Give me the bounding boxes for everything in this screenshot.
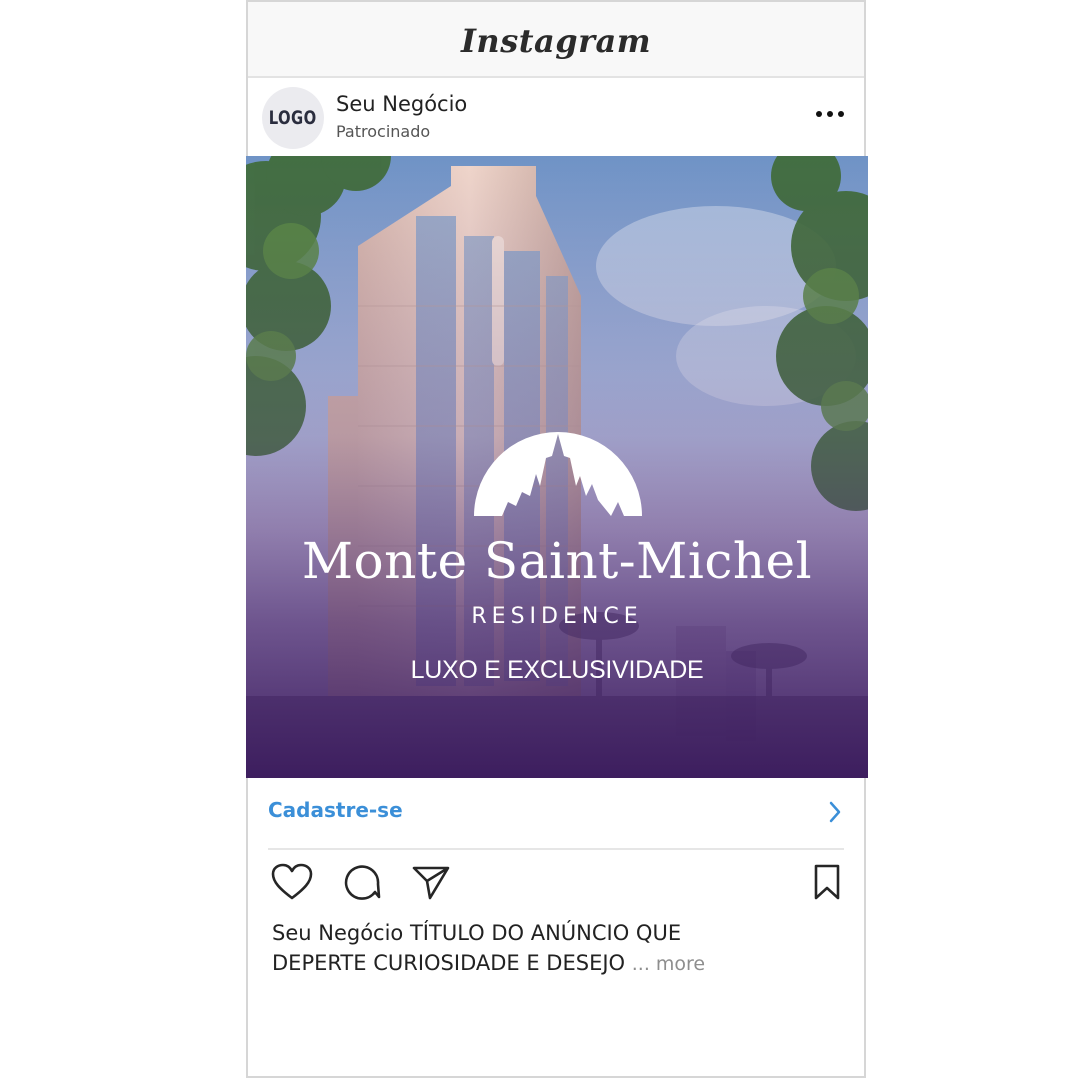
instagram-logo[interactable]: Instagram — [248, 22, 864, 60]
chevron-right-icon — [829, 801, 841, 823]
post-header: LOGO Seu Negócio Patrocinado — [248, 80, 864, 156]
app-header: Instagram — [248, 0, 864, 78]
brand-subtitle: RESIDENCE — [471, 604, 643, 629]
post-actions — [248, 862, 864, 910]
caption-line-2: DEPERTE CURIOSIDADE E DESEJO — [272, 951, 626, 975]
sponsored-label: Patrocinado — [336, 122, 431, 141]
heart-icon[interactable] — [270, 862, 314, 902]
cta-button[interactable]: Cadastre-se — [248, 778, 864, 848]
avatar-text: LOGO — [269, 107, 317, 129]
caption-username[interactable]: Seu Negócio — [272, 921, 403, 945]
share-icon[interactable] — [410, 862, 452, 902]
more-link[interactable]: ... more — [632, 953, 705, 975]
ad-image[interactable]: Monte Saint-Michel RESIDENCE LUXO E EXCL… — [246, 156, 868, 778]
instagram-post-mockup: Instagram LOGO Seu Negócio Patrocinado M… — [246, 0, 868, 1078]
bookmark-icon[interactable] — [812, 862, 842, 902]
ad-tagline: LUXO E EXCLUSIVIDADE — [410, 656, 704, 684]
comment-icon[interactable] — [342, 862, 382, 902]
divider — [268, 848, 844, 850]
more-horizontal-icon[interactable] — [816, 110, 844, 118]
cta-label: Cadastre-se — [268, 798, 403, 822]
caption-line-1: TÍTULO DO ANÚNCIO QUE — [409, 921, 682, 945]
avatar[interactable]: LOGO — [262, 87, 324, 149]
brand-title: Monte Saint-Michel — [301, 532, 813, 590]
account-name[interactable]: Seu Negócio — [336, 92, 467, 116]
post-caption: Seu Negócio TÍTULO DO ANÚNCIO QUE DEPERT… — [272, 918, 832, 979]
